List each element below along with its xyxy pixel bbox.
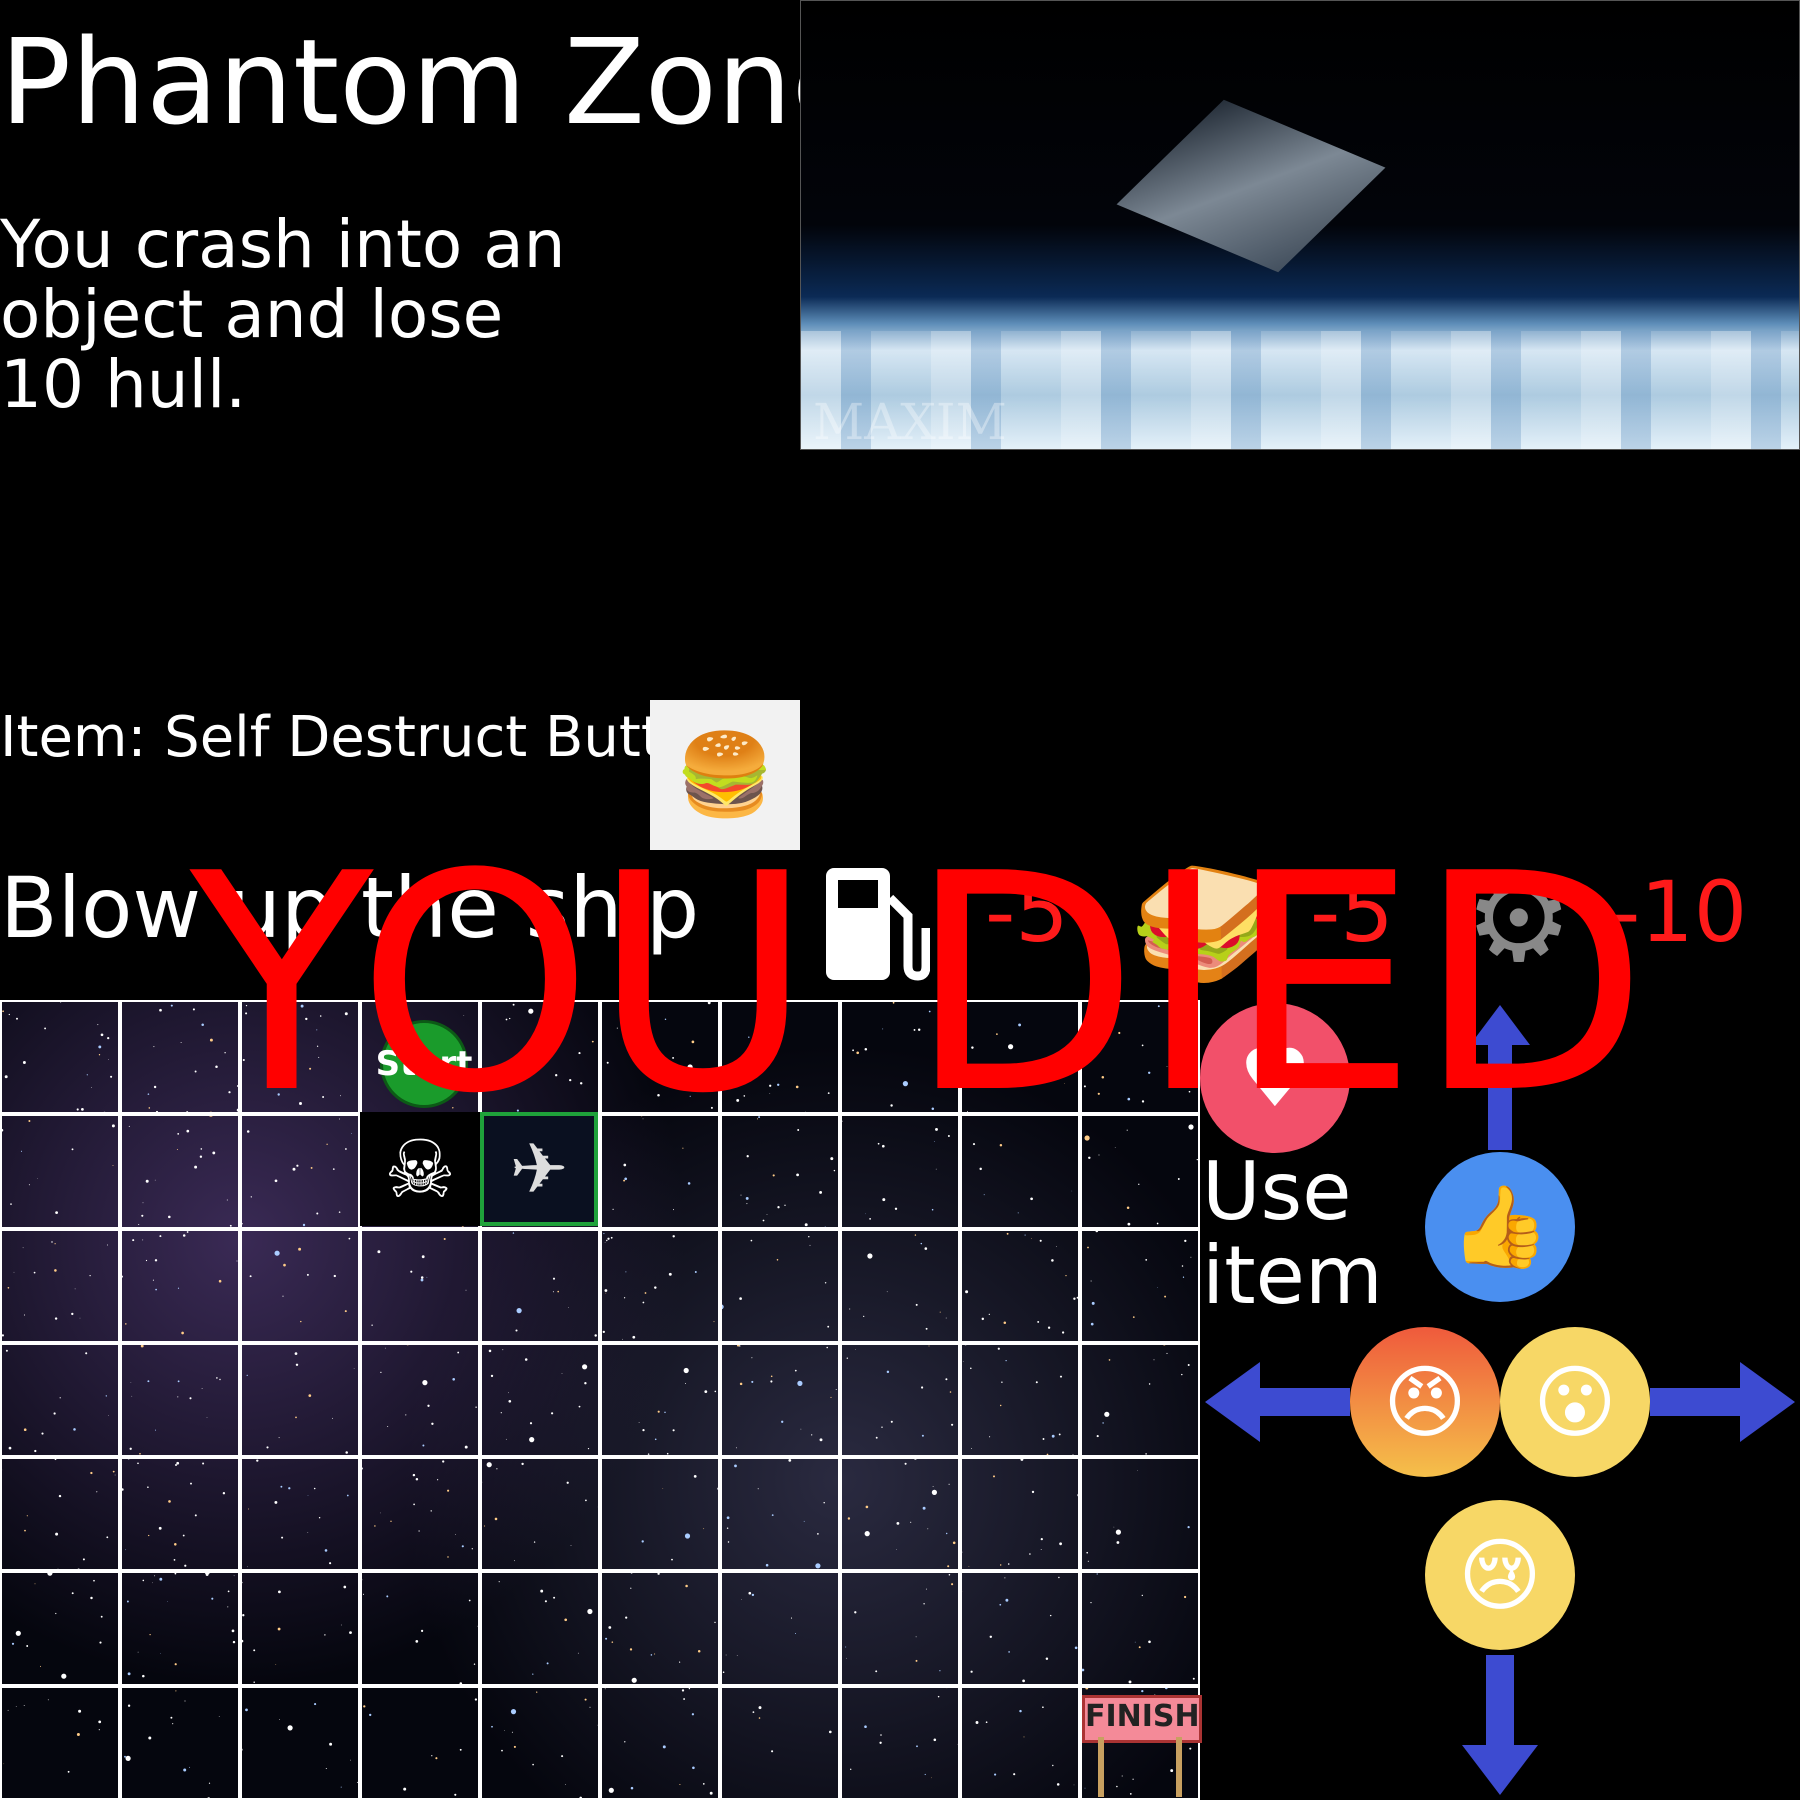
heart-reaction-icon[interactable]: ♥ (1200, 1003, 1350, 1153)
board-cell (600, 1000, 720, 1115)
board-cell (720, 1228, 840, 1343)
board-cell (360, 1571, 480, 1686)
board-cell (720, 1342, 840, 1458)
burger-icon[interactable]: 🍔 (650, 700, 800, 850)
item-label: Item: Self Destruct Button (0, 705, 733, 770)
fuel-value: -5 (985, 863, 1069, 961)
gear-icon: ⚙ (1465, 850, 1573, 989)
board-cell (960, 1342, 1080, 1458)
board-cell (240, 1685, 360, 1800)
use-item-label[interactable]: Use item (1202, 1150, 1383, 1318)
board-cell (720, 1114, 840, 1229)
board-cell (1080, 1114, 1200, 1229)
board-cell (600, 1342, 720, 1458)
board-cell (240, 1457, 360, 1572)
board-cell (1080, 1571, 1200, 1686)
board-cell (600, 1457, 720, 1572)
board-cell (120, 1685, 240, 1800)
board-cell (0, 1571, 120, 1686)
board-cell (840, 1571, 960, 1686)
board-cell (120, 1342, 240, 1458)
game-board (0, 1000, 1200, 1800)
arrow-left-icon[interactable] (1205, 1362, 1350, 1442)
board-cell (840, 1457, 960, 1572)
board-cell (0, 1114, 120, 1229)
board-cell (720, 1000, 840, 1115)
finish-sign: FINISH (1082, 1695, 1202, 1743)
board-cell (120, 1571, 240, 1686)
board-cell (720, 1571, 840, 1686)
board-cell (840, 1114, 960, 1229)
board-cell (0, 1457, 120, 1572)
board-cell (960, 1457, 1080, 1572)
board-cell (0, 1000, 120, 1115)
board-cell (1080, 1457, 1200, 1572)
objective-text: Blow up the ship (0, 859, 700, 957)
board-cell (480, 1685, 600, 1800)
wow-reaction-icon[interactable]: 😮 (1500, 1327, 1650, 1477)
board-cell (240, 1342, 360, 1458)
board-cell (720, 1685, 840, 1800)
angry-reaction-icon[interactable]: 😠 (1350, 1327, 1500, 1477)
board-cell (480, 1000, 600, 1115)
board-cell (120, 1114, 240, 1229)
page-title: Phantom Zone (0, 13, 865, 151)
sad-reaction-icon[interactable]: 😢 (1425, 1500, 1575, 1650)
sandwich-icon: 🥪 (1130, 855, 1280, 994)
board-cell (1080, 1228, 1200, 1343)
board-cell (960, 1114, 1080, 1229)
scene-watermark: MAXIM (813, 393, 1007, 450)
arrow-down-icon[interactable] (1462, 1655, 1538, 1795)
board-cell (840, 1000, 960, 1115)
hull-value: -10 (1610, 863, 1748, 961)
board-cell (240, 1114, 360, 1229)
board-cell (960, 1000, 1080, 1115)
board-cell (600, 1571, 720, 1686)
board-cell (480, 1228, 600, 1343)
arrow-up-icon[interactable] (1470, 1005, 1530, 1150)
finish-sign-posts (1098, 1737, 1182, 1797)
food-value: -5 (1310, 863, 1394, 961)
board-cell (480, 1571, 600, 1686)
board-cell (720, 1457, 840, 1572)
spaceship-icon: ✈ (480, 1112, 598, 1226)
board-cell (1080, 1000, 1200, 1115)
board-cell (600, 1228, 720, 1343)
board-cell (120, 1228, 240, 1343)
board-cell (840, 1685, 960, 1800)
board-cell (360, 1457, 480, 1572)
board-cell (600, 1685, 720, 1800)
board-cell (840, 1342, 960, 1458)
board-cell (240, 1000, 360, 1115)
board-cell (960, 1685, 1080, 1800)
board-cell (360, 1685, 480, 1800)
like-reaction-icon[interactable]: 👍 (1425, 1152, 1575, 1302)
phantom-zone-plate (1116, 99, 1386, 273)
board-cell (240, 1228, 360, 1343)
board-cell (960, 1571, 1080, 1686)
board-cell (960, 1228, 1080, 1343)
board-cell (240, 1571, 360, 1686)
board-cell (1080, 1342, 1200, 1458)
board-cell (840, 1228, 960, 1343)
arrow-right-icon[interactable] (1650, 1362, 1795, 1442)
scene-image: MAXIM (800, 0, 1800, 450)
board-cell (480, 1457, 600, 1572)
event-text: You crash into an object and lose 10 hul… (0, 206, 566, 423)
board-cell (120, 1000, 240, 1115)
board-cell (0, 1228, 120, 1343)
board-cell (120, 1457, 240, 1572)
board-cell (360, 1228, 480, 1343)
board-cell (480, 1342, 600, 1458)
cthulhu-icon: ☠ (360, 1112, 480, 1226)
board-cell (360, 1342, 480, 1458)
board-cell (0, 1685, 120, 1800)
fuel-pump-icon (826, 868, 930, 981)
board-cell (0, 1342, 120, 1458)
start-badge: Start (376, 1020, 472, 1108)
board-cell (600, 1114, 720, 1229)
